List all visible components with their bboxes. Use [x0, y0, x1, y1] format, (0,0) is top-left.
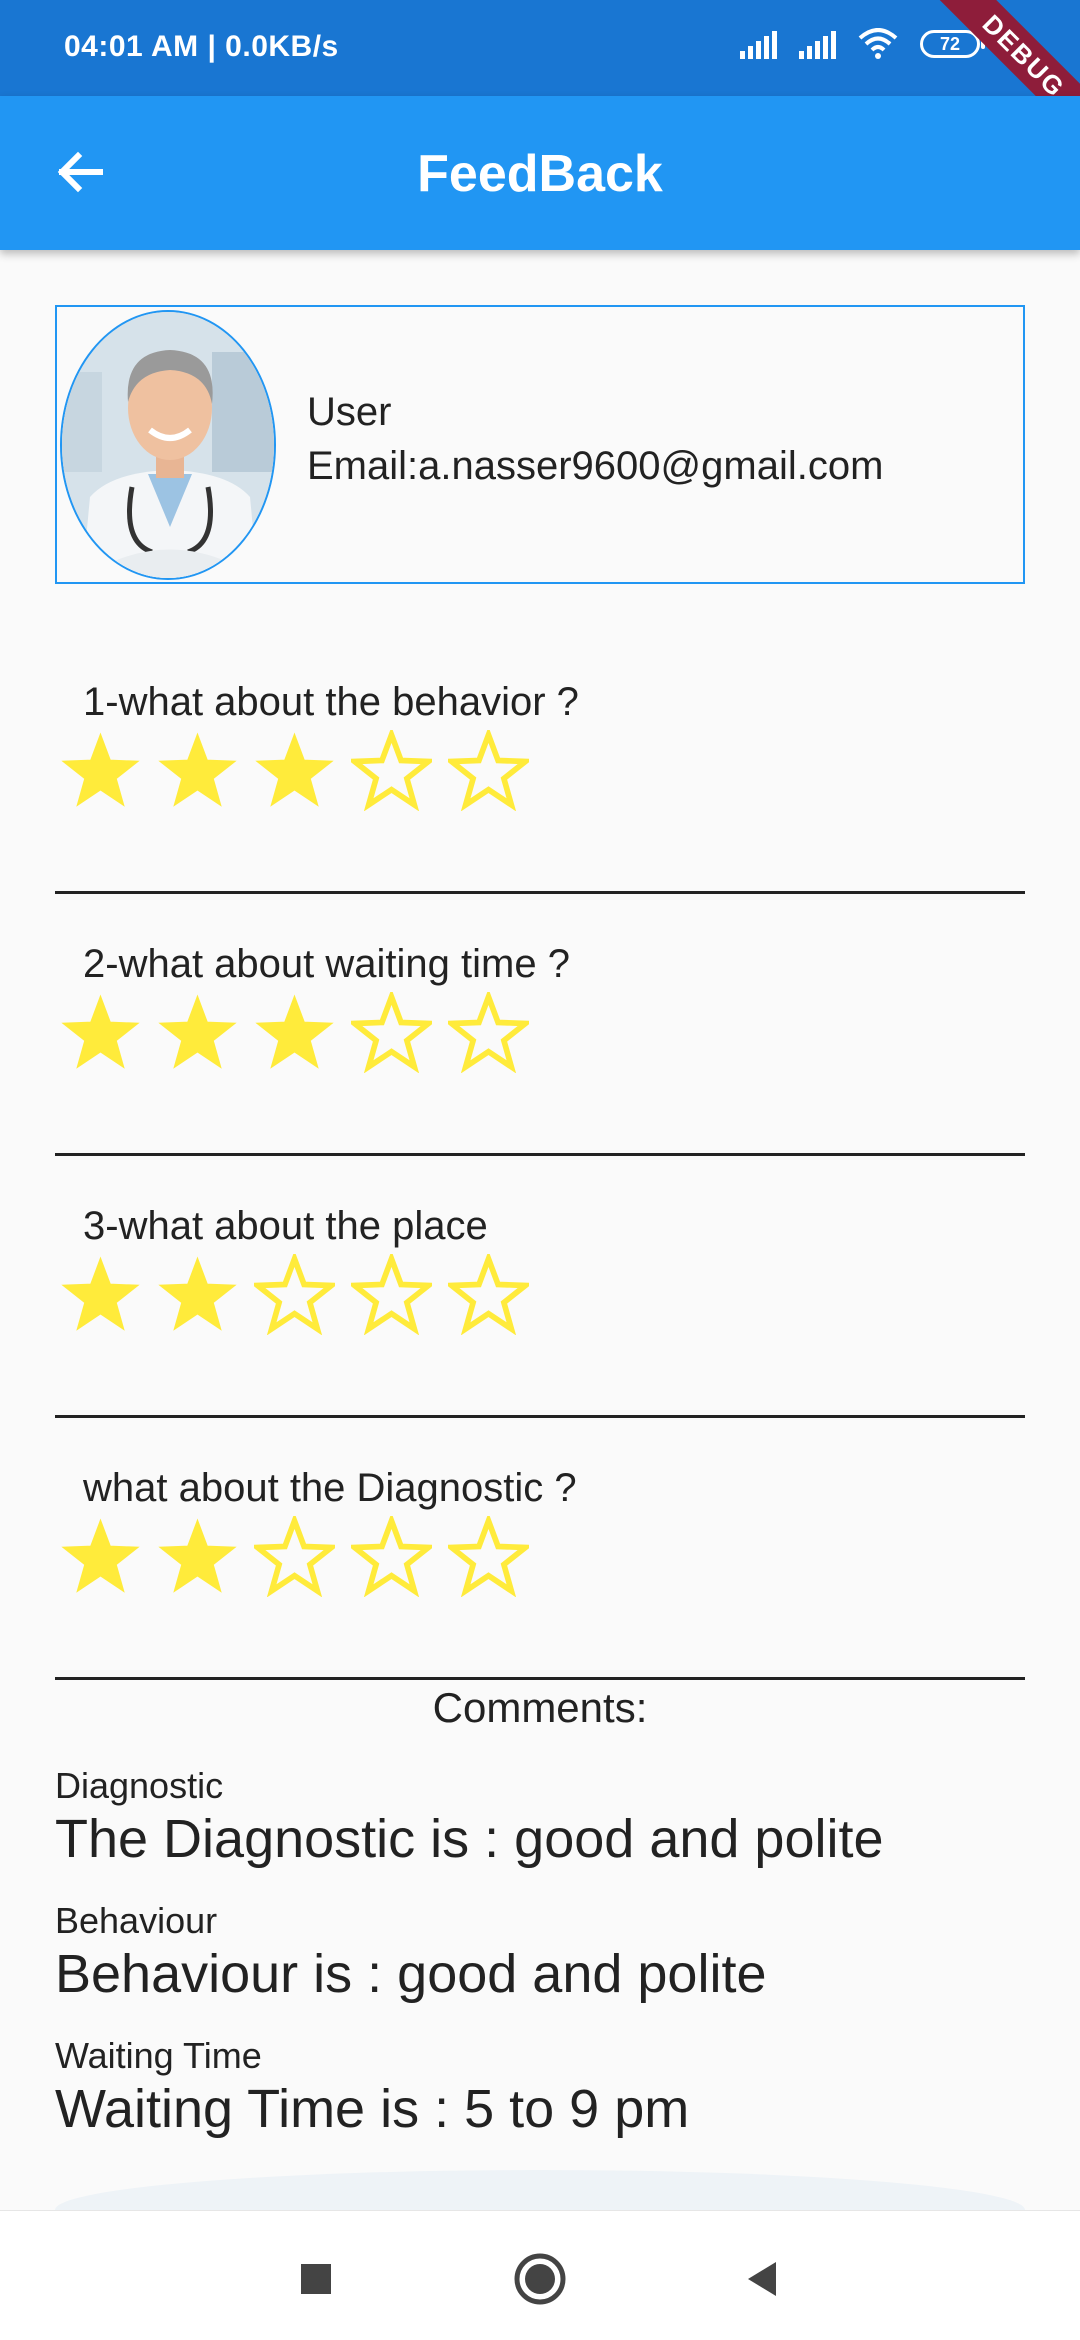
user-info: User Email:a.nasser9600@gmail.com [307, 385, 883, 493]
comments-title: Comments: [432, 1684, 648, 1731]
square-icon [301, 2264, 331, 2294]
comment-label-waiting-time: Waiting Time [55, 2035, 262, 2076]
home-button[interactable] [510, 2249, 570, 2309]
star-outline-icon[interactable] [448, 730, 529, 811]
star-outline-icon[interactable] [448, 992, 529, 1073]
question-behavior: 1-what about the behavior ? [55, 632, 1025, 894]
question-waiting-time: 2-what about waiting time ? [55, 894, 1025, 1156]
user-name: User [307, 390, 392, 434]
star-filled-icon[interactable] [157, 992, 238, 1073]
system-nav-bar [0, 2210, 1080, 2340]
back-nav-button[interactable] [732, 2249, 792, 2309]
star-outline-icon[interactable] [351, 730, 432, 811]
recents-button[interactable] [286, 2249, 346, 2309]
star-filled-icon[interactable] [157, 1254, 238, 1335]
user-card: User Email:a.nasser9600@gmail.com [55, 305, 1025, 584]
star-outline-icon[interactable] [254, 1516, 335, 1597]
comment-label-diagnostic: Diagnostic [55, 1765, 224, 1806]
star-outline-icon[interactable] [448, 1516, 529, 1597]
status-time: 04:01 AM | 0.0KB/s [64, 30, 339, 63]
signal-icon-2 [799, 29, 836, 59]
star-filled-icon[interactable] [60, 730, 141, 811]
doctor-avatar [60, 310, 276, 580]
wifi-icon [858, 28, 898, 59]
triangle-back-icon [748, 2262, 776, 2296]
question-label: 1-what about the behavior ? [83, 680, 579, 724]
question-label: 3-what about the place [83, 1204, 488, 1248]
star-outline-icon[interactable] [254, 1254, 335, 1335]
signal-icon [740, 29, 777, 59]
comment-value-diagnostic: The Diagnostic is : good and polite [55, 1809, 884, 1869]
question-place: 3-what about the place [55, 1156, 1025, 1418]
star-outline-icon[interactable] [448, 1254, 529, 1335]
rating-stars[interactable] [60, 1516, 529, 1597]
comment-label-behaviour: Behaviour [55, 1900, 218, 1941]
comment-value-waiting-time: Waiting Time is : 5 to 9 pm [55, 2079, 690, 2139]
page-title: FeedBack [417, 145, 663, 203]
star-filled-icon[interactable] [254, 730, 335, 811]
star-filled-icon[interactable] [60, 1254, 141, 1335]
star-filled-icon[interactable] [60, 1516, 141, 1597]
question-label: what about the Diagnostic ? [83, 1466, 577, 1510]
star-outline-icon[interactable] [351, 1254, 432, 1335]
star-outline-icon[interactable] [351, 992, 432, 1073]
question-diagnostic: what about the Diagnostic ? [55, 1418, 1025, 1680]
question-label: 2-what about waiting time ? [83, 942, 570, 986]
bottom-card-edge [55, 2170, 1025, 2210]
star-filled-icon[interactable] [157, 730, 238, 811]
circle-icon [514, 2253, 566, 2305]
user-email: Email:a.nasser9600@gmail.com [307, 444, 884, 488]
star-filled-icon[interactable] [157, 1516, 238, 1597]
rating-stars[interactable] [60, 730, 529, 811]
app-bar: FeedBack [0, 96, 1080, 250]
rating-stars[interactable] [60, 992, 529, 1073]
star-outline-icon[interactable] [351, 1516, 432, 1597]
star-filled-icon[interactable] [254, 992, 335, 1073]
star-filled-icon[interactable] [60, 992, 141, 1073]
comment-value-behaviour: Behaviour is : good and polite [55, 1944, 767, 2004]
rating-stars[interactable] [60, 1254, 529, 1335]
status-bar: 04:01 AM | 0.0KB/s 72 DEBUG [0, 0, 1080, 163]
